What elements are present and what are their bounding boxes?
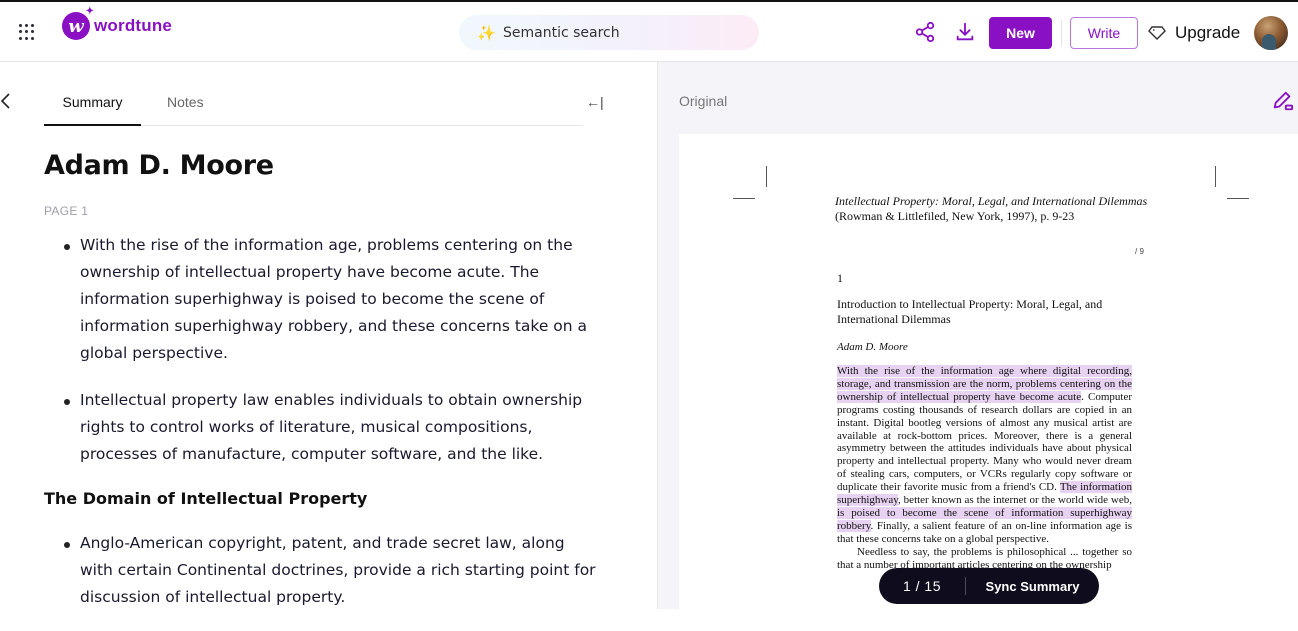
crop-mark bbox=[733, 198, 755, 199]
download-button[interactable] bbox=[953, 20, 977, 44]
top-bar: w ✦ wordtune ✨ Semantic search New Write … bbox=[0, 0, 1298, 62]
summary-content: With the rise of the information age, pr… bbox=[44, 232, 599, 631]
upgrade-label: Upgrade bbox=[1175, 23, 1241, 42]
sync-summary-button[interactable]: Sync Summary bbox=[966, 579, 1099, 594]
body-text: , better known as the internet or the wo… bbox=[898, 494, 1132, 507]
total-pages: / 15 bbox=[915, 578, 942, 594]
share-button[interactable] bbox=[913, 20, 937, 44]
document-page[interactable]: Intellectual Property: Moral, Legal, and… bbox=[679, 134, 1298, 609]
brand-name: wordtune bbox=[94, 16, 173, 35]
page-label: PAGE 1 bbox=[44, 204, 89, 218]
crop-mark bbox=[1215, 166, 1216, 187]
summary-bullet: With the rise of the information age, pr… bbox=[44, 232, 599, 367]
apps-grid-icon[interactable] bbox=[19, 24, 35, 40]
user-avatar[interactable] bbox=[1254, 16, 1288, 50]
semantic-search-input[interactable]: ✨ Semantic search bbox=[459, 15, 759, 50]
diamond-icon bbox=[1148, 26, 1166, 40]
upgrade-button[interactable]: Upgrade bbox=[1148, 17, 1240, 49]
panel-tabs: Summary Notes bbox=[44, 86, 583, 126]
page-sync-bar: 1 / 15 Sync Summary bbox=[879, 568, 1099, 604]
wordtune-logo[interactable]: w ✦ wordtune bbox=[62, 6, 173, 40]
tab-summary[interactable]: Summary bbox=[44, 92, 141, 126]
document-body: With the rise of the information age whe… bbox=[837, 365, 1132, 572]
back-button[interactable] bbox=[0, 92, 14, 112]
page-marker: / 9 bbox=[1135, 247, 1144, 256]
crop-mark bbox=[1227, 198, 1249, 199]
chapter-number: 1 bbox=[837, 271, 843, 285]
highlight-edit-button[interactable] bbox=[1272, 90, 1294, 112]
pencil-eraser-icon bbox=[1273, 91, 1294, 111]
original-document-panel: Original Intellectual Property: Moral, L… bbox=[657, 62, 1298, 609]
summary-bullet: Anglo-American copyright, patent, and tr… bbox=[44, 530, 599, 611]
body-text: . Finally, a salient feature of an on-li… bbox=[837, 519, 1132, 545]
chevron-left-icon bbox=[0, 93, 10, 109]
header-divider bbox=[1061, 20, 1062, 46]
share-icon bbox=[915, 21, 935, 43]
summary-bullet: Intellectual property law enables indivi… bbox=[44, 387, 599, 468]
chapter-title: Introduction to Intellectual Property: M… bbox=[837, 297, 1103, 326]
page-counter: 1 / 15 bbox=[879, 578, 965, 594]
body-text: . Computer programs costing thousands of… bbox=[837, 390, 1132, 494]
summary-panel: Summary Notes ←| Adam D. Moore PAGE 1 Wi… bbox=[0, 62, 656, 609]
document-title: Adam D. Moore bbox=[44, 150, 274, 181]
sparkle-icon: ✨ bbox=[477, 24, 496, 42]
tab-notes[interactable]: Notes bbox=[167, 92, 204, 126]
collapse-panel-button[interactable]: ←| bbox=[586, 94, 604, 110]
arrow-left-bar-icon: ←| bbox=[586, 94, 604, 110]
citation-publisher: (Rowman & Littlefiled, New York, 1997), … bbox=[835, 209, 1075, 223]
document-citation: Intellectual Property: Moral, Legal, and… bbox=[835, 194, 1147, 224]
wordtune-logo-icon: w ✦ bbox=[62, 6, 94, 40]
citation-book-title: Intellectual Property: Moral, Legal, and… bbox=[835, 194, 1148, 208]
new-button[interactable]: New bbox=[989, 17, 1052, 49]
original-label: Original bbox=[679, 93, 728, 109]
download-icon bbox=[956, 22, 974, 41]
crop-mark bbox=[766, 166, 767, 187]
search-placeholder: Semantic search bbox=[503, 24, 620, 41]
section-heading: The Domain of Intellectual Property bbox=[44, 489, 368, 508]
write-button[interactable]: Write bbox=[1070, 17, 1138, 49]
chapter-author: Adam D. Moore bbox=[837, 341, 908, 353]
current-page: 1 bbox=[902, 578, 912, 594]
